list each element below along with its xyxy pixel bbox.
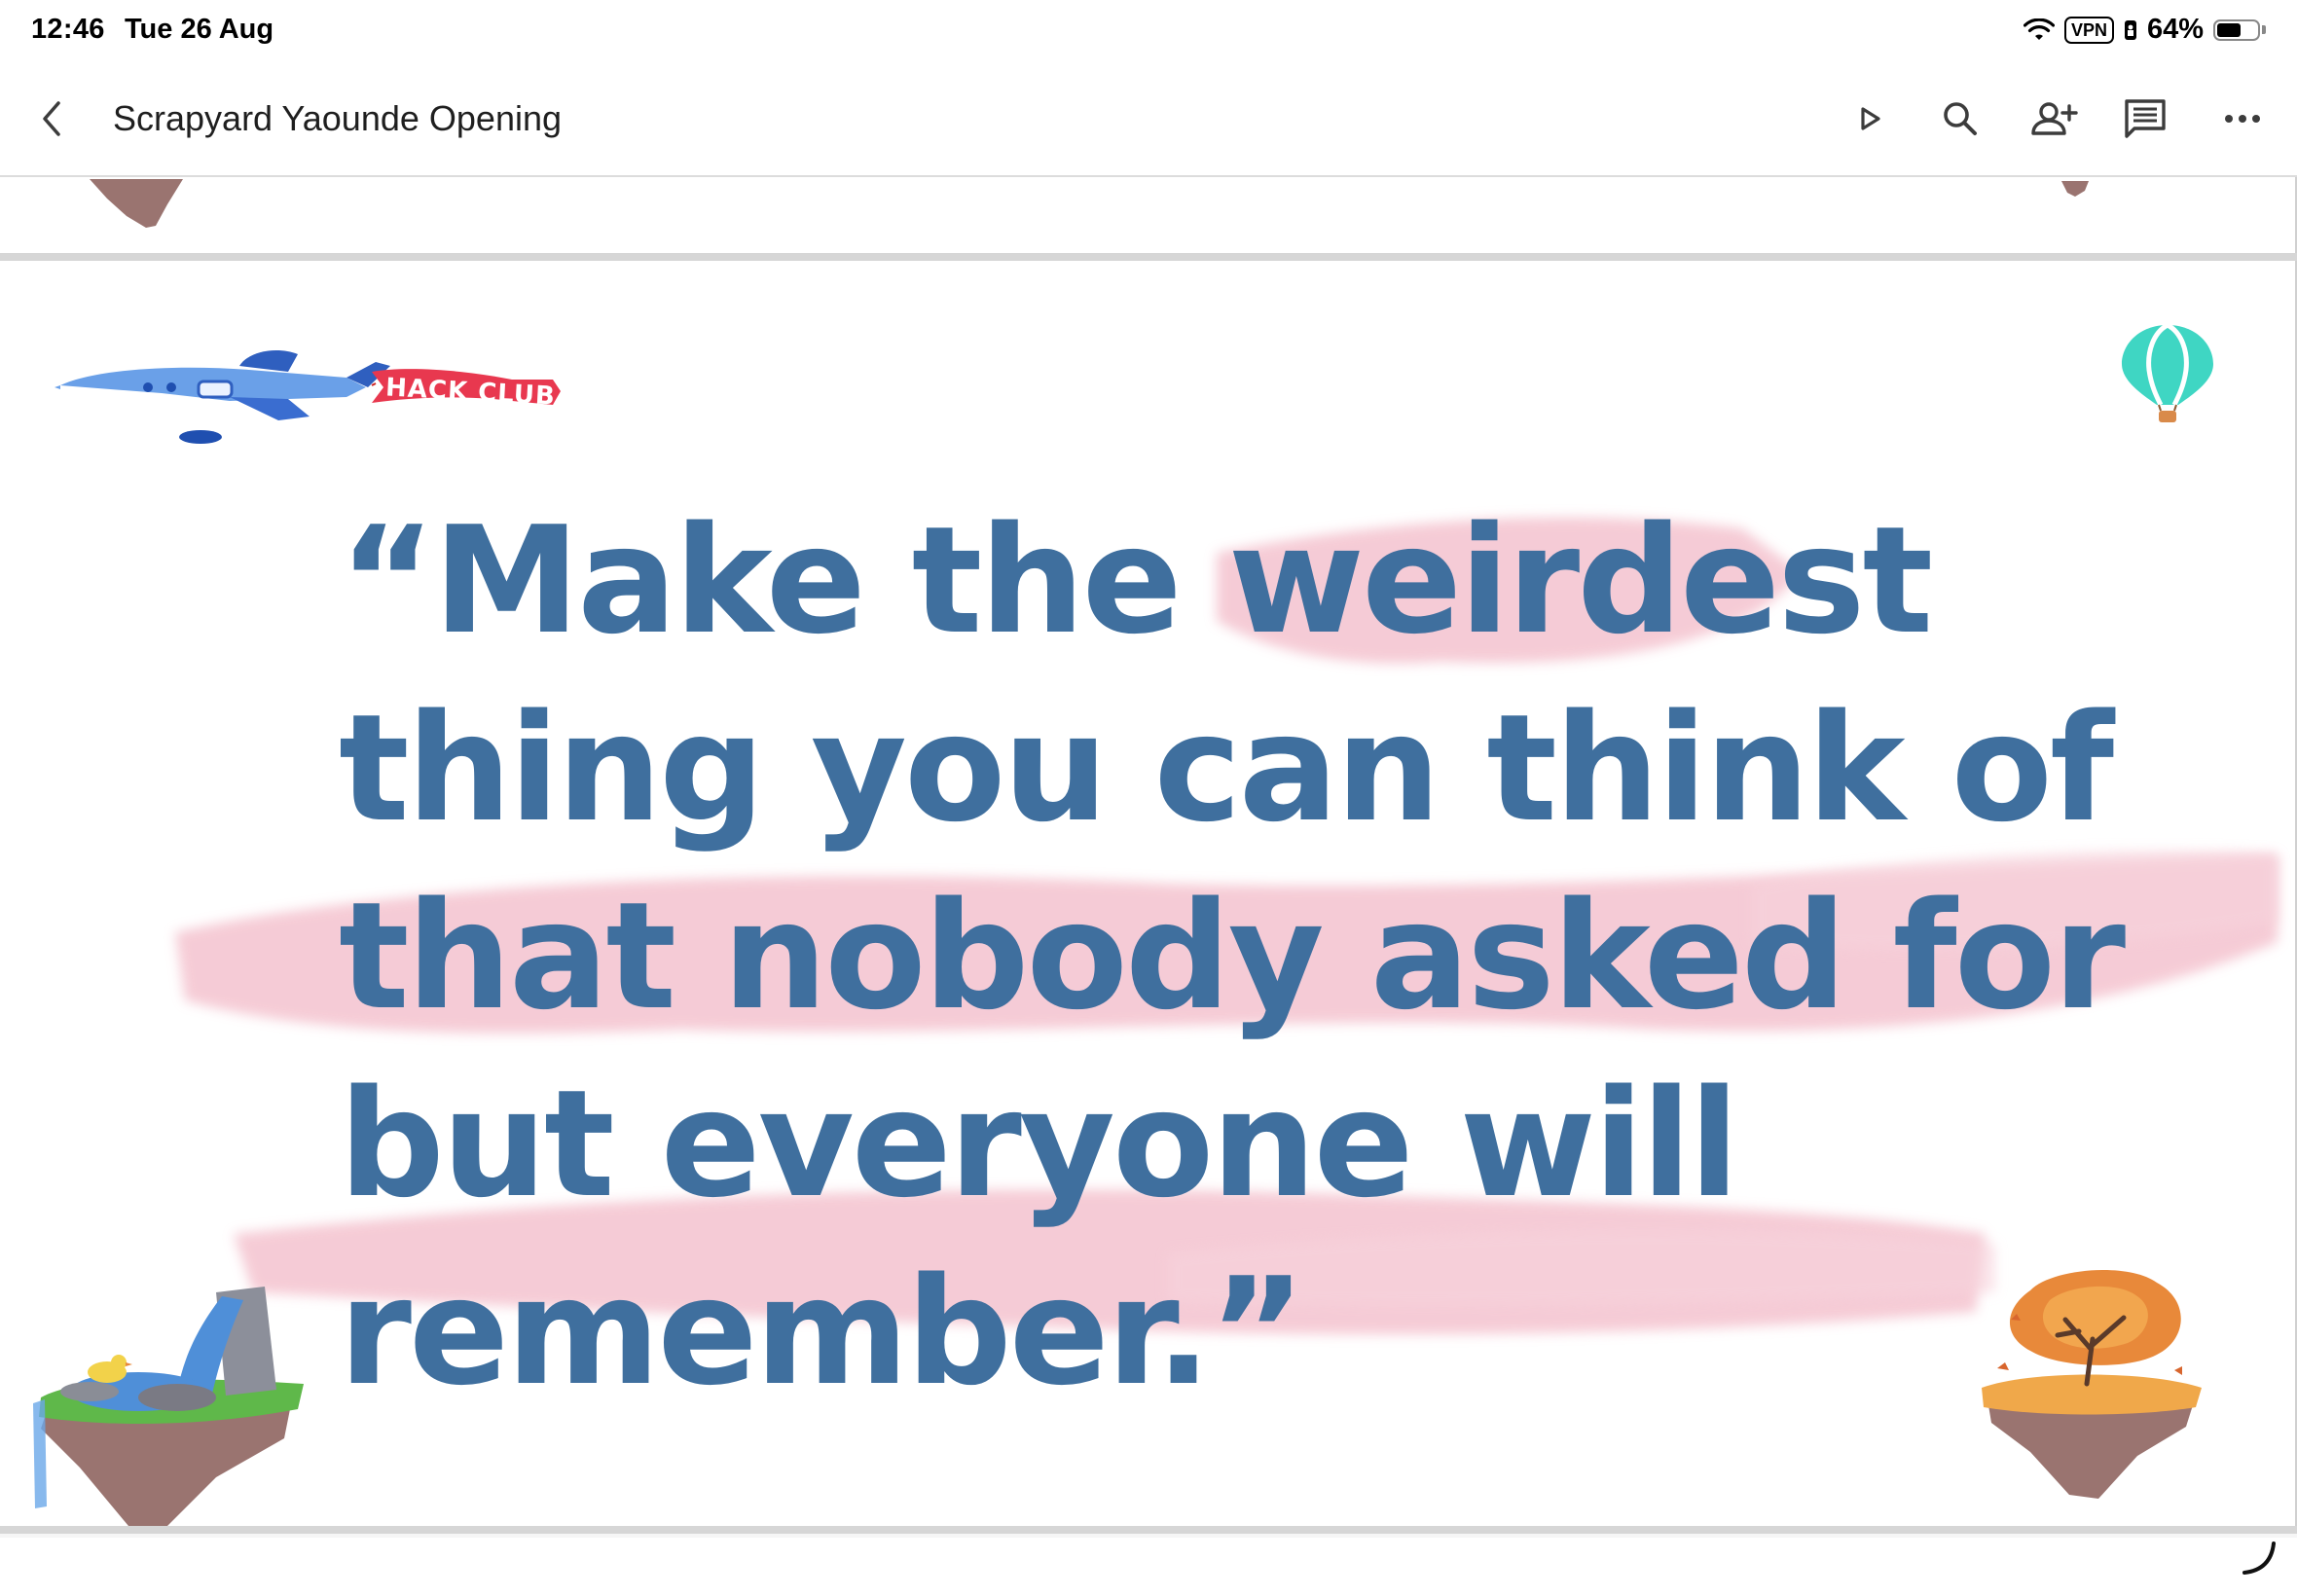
slide-divider — [0, 1526, 2297, 1534]
battery-percent: 64% — [2146, 14, 2204, 45]
lock-rotation-icon — [2124, 19, 2136, 40]
search-button[interactable] — [1931, 90, 1989, 148]
slide-divider — [0, 253, 2297, 261]
comment-icon — [2125, 99, 2166, 138]
floating-island-illustration — [90, 179, 2089, 228]
previous-slide[interactable] — [0, 177, 2297, 253]
wifi-icon — [2023, 18, 2055, 40]
back-button[interactable] — [35, 95, 74, 142]
quote-text: “Make the weirdest thing you can think o… — [339, 487, 2126, 1426]
status-time: 12:46 — [31, 14, 105, 45]
waterfall-island-illustration — [33, 1287, 304, 1526]
share-person-add-icon — [2031, 102, 2078, 135]
share-button[interactable] — [2024, 90, 2083, 148]
status-bar: 12:46 Tue 26 Aug VPN 64% — [0, 0, 2297, 60]
scroll-resize-handle-icon[interactable] — [2233, 1538, 2291, 1596]
status-date: Tue 26 Aug — [125, 14, 274, 45]
hot-air-balloon-illustration — [2122, 322, 2213, 422]
quote-line: remember.” — [339, 1246, 1306, 1418]
battery-icon — [2213, 18, 2260, 41]
battery-level — [2217, 22, 2242, 37]
more-horizontal-icon — [2225, 115, 2260, 123]
current-slide[interactable]: HACK CLUB “Make the weirdest thing you c… — [0, 261, 2297, 1526]
status-indicators: VPN 64% — [2023, 14, 2266, 46]
quote-line: that nobody asked for — [339, 870, 2126, 1042]
document-title[interactable]: Scrapyard Yaounde Opening — [113, 98, 562, 139]
quote-line: “Make the weirdest — [339, 494, 1933, 667]
next-slide[interactable] — [0, 1538, 2297, 1596]
slides-area[interactable]: HACK CLUB “Make the weirdest thing you c… — [0, 177, 2297, 1596]
vpn-badge: VPN — [2063, 16, 2114, 44]
back-icon — [43, 101, 60, 136]
play-icon — [1861, 107, 1880, 130]
more-button[interactable] — [2213, 90, 2272, 148]
battery-tip — [2262, 25, 2266, 34]
search-icon — [1944, 102, 1977, 135]
comments-button[interactable] — [2116, 90, 2174, 148]
quote-line: thing you can think of — [339, 682, 2114, 854]
app-bar: Scrapyard Yaounde Opening — [0, 60, 2297, 177]
present-button[interactable] — [1840, 90, 1898, 148]
quote-line: but everyone will — [339, 1058, 1739, 1230]
